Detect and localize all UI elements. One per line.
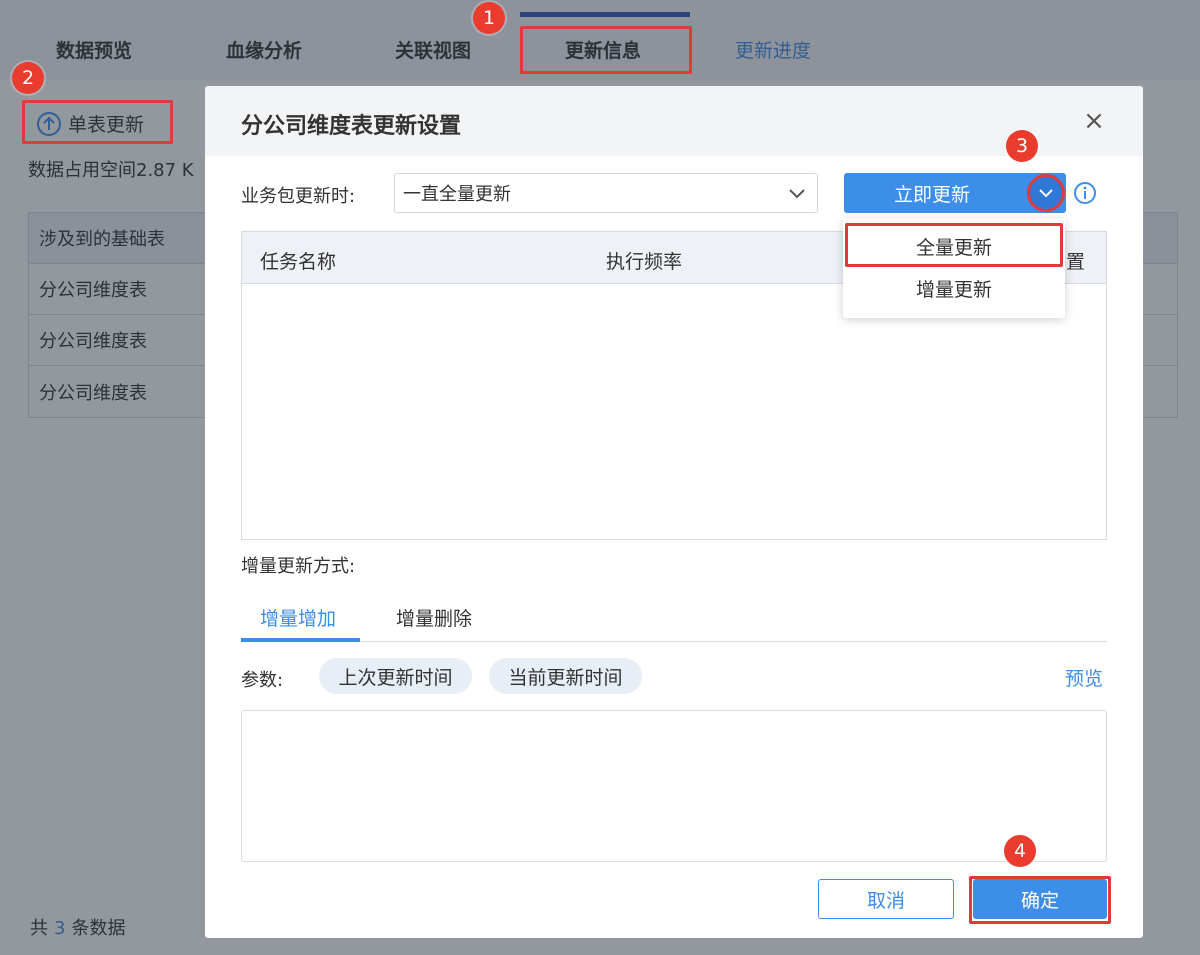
- update-settings-dialog: 分公司维度表更新设置 × 业务包更新时: 一直全量更新 立即更新 任务名称 执行…: [205, 86, 1143, 938]
- chevron-down-icon: [789, 189, 805, 199]
- annotation-badge-4: 4: [1004, 835, 1036, 867]
- close-icon[interactable]: ×: [1081, 108, 1107, 134]
- tab-incremental-add[interactable]: 增量增加: [260, 604, 336, 631]
- incremental-tabs: 增量增加 增量删除: [241, 590, 1107, 642]
- update-mode-select[interactable]: 一直全量更新: [394, 173, 818, 213]
- param-last-update-time[interactable]: 上次更新时间: [319, 658, 472, 694]
- annotation-box-1: [520, 26, 692, 74]
- menu-item-incremental-update[interactable]: 增量更新: [843, 268, 1065, 308]
- cancel-button[interactable]: 取消: [818, 879, 954, 919]
- dialog-title: 分公司维度表更新设置: [241, 114, 462, 139]
- update-mode-label: 业务包更新时:: [241, 186, 356, 207]
- col-task-name: 任务名称: [260, 251, 337, 273]
- annotation-box-4: [969, 876, 1111, 924]
- annotation-badge-2: 2: [12, 62, 44, 94]
- annotation-box-full-update: [845, 223, 1063, 267]
- preview-link[interactable]: 预览: [1065, 664, 1103, 691]
- tab-incremental-delete[interactable]: 增量删除: [396, 604, 472, 631]
- param-current-update-time[interactable]: 当前更新时间: [489, 658, 642, 694]
- dialog-header: 分公司维度表更新设置 ×: [205, 86, 1143, 156]
- col-settings: 置: [1066, 251, 1086, 273]
- annotation-badge-3: 3: [1006, 130, 1038, 162]
- active-tab-indicator: [241, 638, 360, 642]
- update-dropdown-toggle[interactable]: [1027, 174, 1065, 212]
- annotation-box-2: [22, 100, 173, 144]
- chevron-down-icon: [1039, 189, 1053, 198]
- update-mode-value: 一直全量更新: [403, 184, 511, 205]
- params-label: 参数:: [241, 670, 284, 691]
- sql-editor[interactable]: [241, 710, 1107, 862]
- col-frequency: 执行频率: [606, 251, 683, 273]
- info-icon[interactable]: [1073, 181, 1097, 205]
- annotation-badge-1: 1: [473, 2, 505, 34]
- incremental-mode-label: 增量更新方式:: [241, 556, 356, 577]
- update-now-label: 立即更新: [894, 183, 971, 206]
